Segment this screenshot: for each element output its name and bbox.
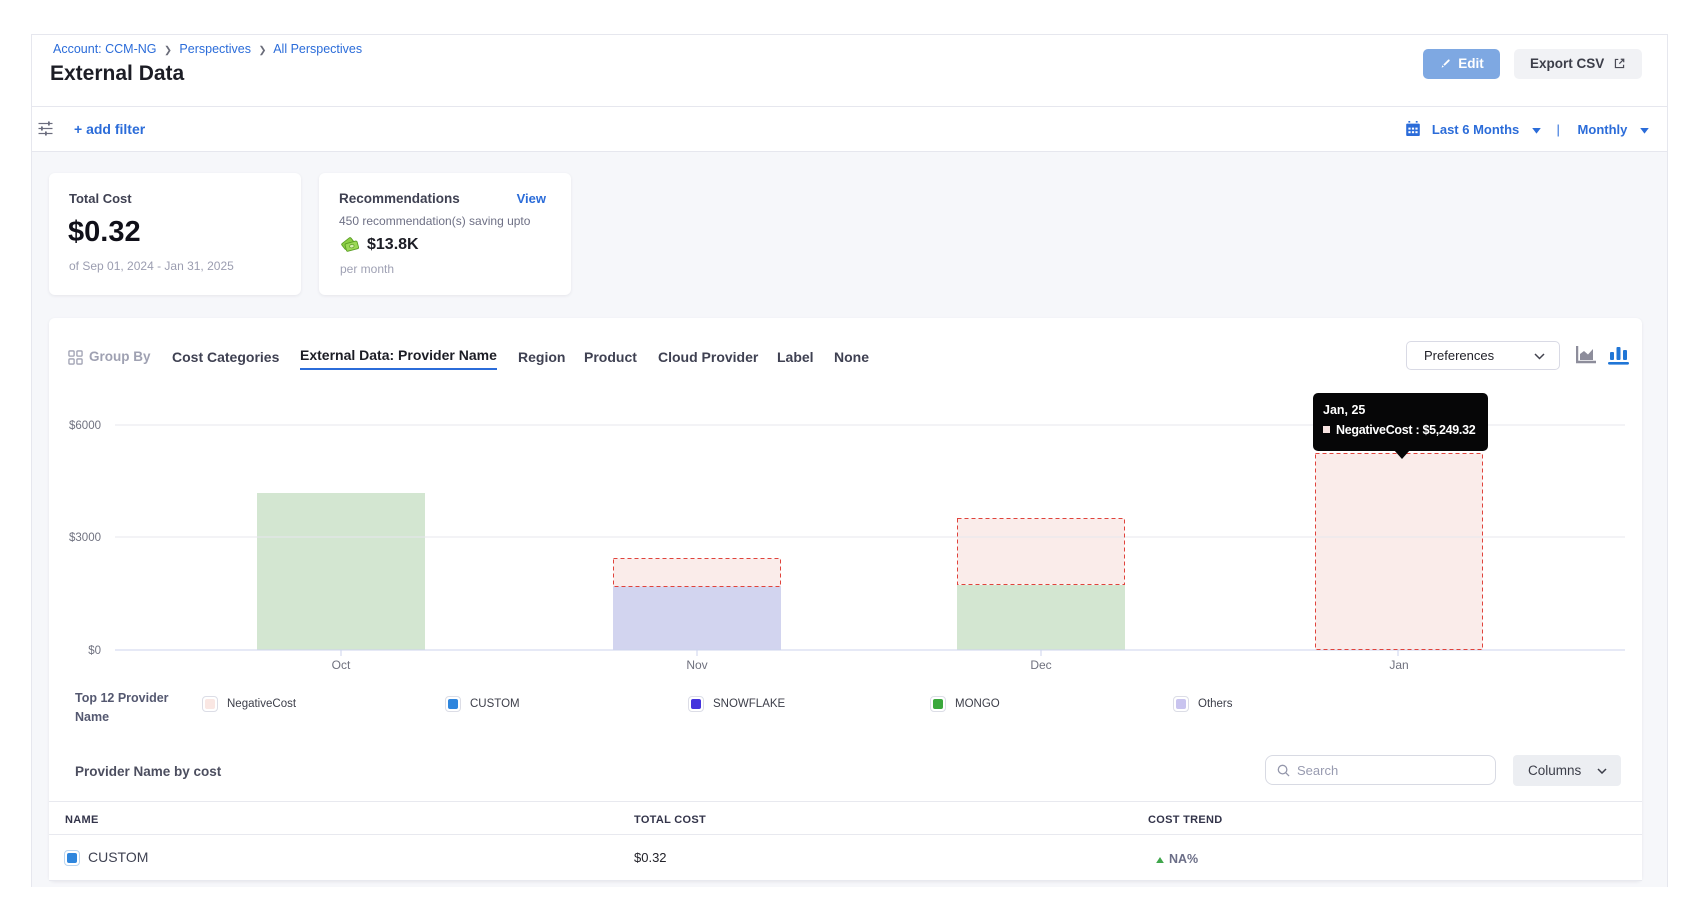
svg-text:$0: $0: [88, 645, 101, 656]
svg-text:$3000: $3000: [69, 532, 101, 544]
svg-text:$6000: $6000: [69, 420, 101, 432]
